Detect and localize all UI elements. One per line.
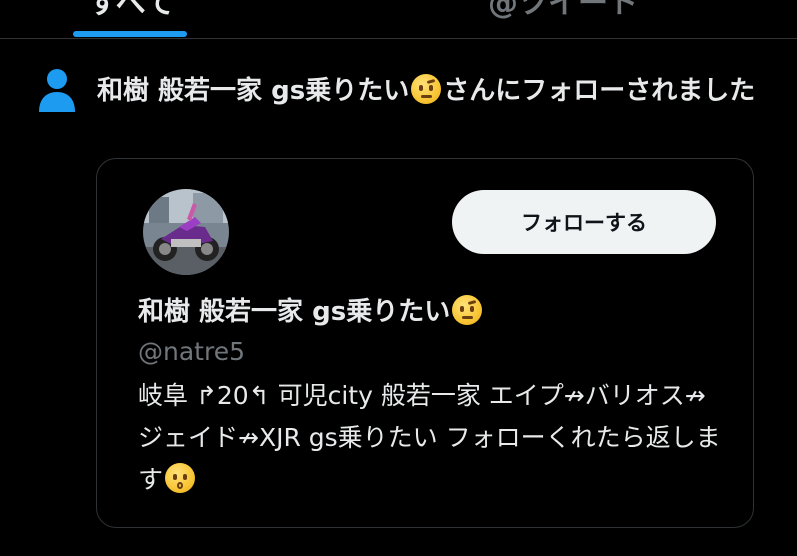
active-tab-indicator — [73, 31, 187, 37]
face-with-raised-eyebrow-emoji — [452, 295, 483, 325]
tab-bar: すべて @ツイート — [0, 0, 797, 39]
person-icon — [39, 69, 75, 112]
kissing-face-emoji — [165, 463, 196, 493]
card-bio-text: 岐阜 ↱20↰ 可児city 般若一家 エイプ↛バリオス↛ジェイド↛XJR gs… — [138, 381, 721, 494]
user-card[interactable]: フォローする 和樹 般若一家 gs乗りたい @natre5 岐阜 ↱20↰ 可児… — [96, 158, 754, 528]
card-bio: 岐阜 ↱20↰ 可児city 般若一家 エイプ↛バリオス↛ジェイド↛XJR gs… — [138, 375, 728, 501]
notification-message: さんにフォローされました — [443, 76, 756, 106]
tab-mentions[interactable]: @ツイート — [488, 0, 638, 22]
card-display-name[interactable]: 和樹 般若一家 gs乗りたい — [138, 291, 484, 328]
card-display-name-text[interactable]: 和樹 般若一家 gs乗りたい — [138, 297, 450, 327]
follow-button[interactable]: フォローする — [452, 190, 716, 254]
motorcycle-photo-avatar[interactable] — [143, 189, 229, 275]
face-with-raised-eyebrow-emoji — [411, 74, 442, 104]
avatar-image — [143, 189, 229, 275]
card-handle[interactable]: @natre5 — [138, 337, 245, 366]
notification-text[interactable]: 和樹 般若一家 gs乗りたい さんにフォローされました — [97, 70, 757, 112]
tab-all[interactable]: すべて — [88, 0, 175, 22]
notification-user-name[interactable]: 和樹 般若一家 gs乗りたい — [97, 76, 409, 106]
